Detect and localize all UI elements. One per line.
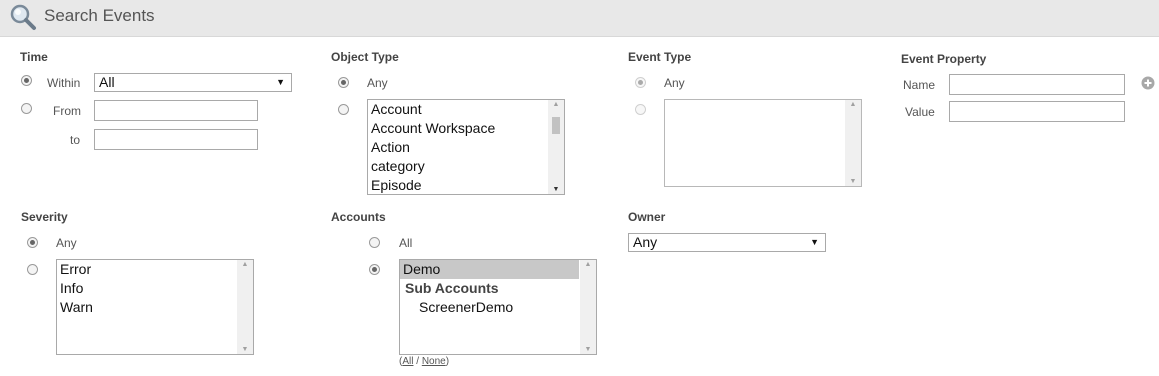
event-type-list-radio[interactable]	[635, 104, 646, 115]
to-date-input[interactable]	[94, 129, 258, 150]
scroll-up-icon[interactable]: ▲	[548, 101, 564, 108]
time-section-label: Time	[20, 50, 48, 64]
from-date-input[interactable]	[94, 100, 258, 121]
event-type-section-label: Event Type	[628, 50, 692, 64]
severity-any-radio[interactable]	[27, 237, 38, 248]
time-from-radio[interactable]	[21, 103, 32, 114]
list-item[interactable]: Info	[57, 279, 253, 298]
list-item[interactable]: Error	[57, 260, 253, 279]
time-within-radio[interactable]	[21, 75, 32, 86]
accounts-select-links: (All / None)	[399, 356, 449, 367]
scrollbar-thumb[interactable]	[552, 117, 560, 134]
severity-any-label: Any	[56, 236, 77, 250]
object-type-any-label: Any	[367, 76, 388, 90]
property-name-label: Name	[903, 78, 936, 92]
accounts-section-label: Accounts	[331, 210, 386, 224]
owner-select[interactable]: Any ▼	[628, 233, 826, 252]
scroll-down-icon[interactable]: ▼	[548, 186, 564, 193]
severity-list-radio[interactable]	[27, 264, 38, 275]
event-type-listbox[interactable]: ▲ ▼	[664, 99, 862, 187]
scroll-down-icon[interactable]: ▼	[237, 346, 253, 353]
scroll-up-icon[interactable]: ▲	[845, 101, 861, 108]
event-property-section-label: Event Property	[901, 52, 987, 66]
scroll-down-icon[interactable]: ▼	[845, 178, 861, 185]
scroll-up-icon[interactable]: ▲	[237, 261, 253, 268]
within-select[interactable]: All ▼	[94, 73, 292, 92]
accounts-all-radio[interactable]	[369, 237, 380, 248]
dropdown-arrow-icon: ▼	[810, 237, 819, 247]
severity-section-label: Severity	[21, 210, 68, 224]
accounts-all-label: All	[399, 236, 413, 250]
link-separator: /	[413, 356, 422, 367]
paren-close: )	[445, 356, 450, 367]
object-type-list-radio[interactable]	[338, 104, 349, 115]
owner-section-label: Owner	[628, 210, 666, 224]
list-item[interactable]: Action	[368, 138, 564, 157]
scroll-up-icon[interactable]: ▲	[580, 261, 596, 268]
accounts-list-radio[interactable]	[369, 264, 380, 275]
plus-circle-icon[interactable]	[1141, 76, 1155, 90]
dropdown-arrow-icon: ▼	[276, 77, 285, 87]
list-item[interactable]: category	[368, 157, 564, 176]
event-type-any-radio[interactable]	[635, 77, 646, 88]
owner-selected-value: Any	[633, 234, 658, 250]
list-item[interactable]: Demo	[400, 260, 579, 279]
list-item[interactable]: ScreenerDemo	[400, 298, 596, 317]
panel-header	[0, 0, 1159, 37]
property-name-input[interactable]	[949, 74, 1125, 95]
list-group-header: Sub Accounts	[405, 280, 499, 296]
object-type-any-radio[interactable]	[338, 77, 349, 88]
within-label: Within	[47, 76, 81, 90]
list-item[interactable]: Account Workspace	[368, 119, 564, 138]
list-item[interactable]: Episode	[368, 176, 564, 194]
scroll-down-icon[interactable]: ▼	[580, 346, 596, 353]
property-value-input[interactable]	[949, 101, 1125, 122]
scrollbar[interactable]: ▲ ▼	[845, 100, 861, 186]
scrollbar[interactable]: ▲ ▼	[580, 260, 596, 354]
list-item[interactable]: Warn	[57, 298, 253, 317]
page-title: Search Events	[44, 6, 155, 25]
object-type-section-label: Object Type	[331, 50, 399, 64]
severity-listbox[interactable]: Error Info Warn ▲ ▼	[56, 259, 254, 355]
scrollbar[interactable]: ▲ ▼	[548, 100, 564, 194]
property-value-label: Value	[905, 105, 935, 119]
scrollbar[interactable]: ▲ ▼	[237, 260, 253, 354]
select-all-link[interactable]: All	[402, 356, 413, 367]
select-none-link[interactable]: None	[422, 356, 446, 367]
accounts-listbox[interactable]: Demo Sub Accounts ScreenerDemo ▲ ▼	[399, 259, 597, 355]
object-type-listbox[interactable]: Account Account Workspace Action categor…	[367, 99, 565, 195]
list-item[interactable]: Account	[368, 100, 564, 119]
search-icon	[9, 3, 37, 31]
within-selected-value: All	[99, 74, 115, 90]
to-label: to	[70, 133, 81, 147]
event-type-any-label: Any	[664, 76, 685, 90]
from-label: From	[53, 104, 81, 118]
